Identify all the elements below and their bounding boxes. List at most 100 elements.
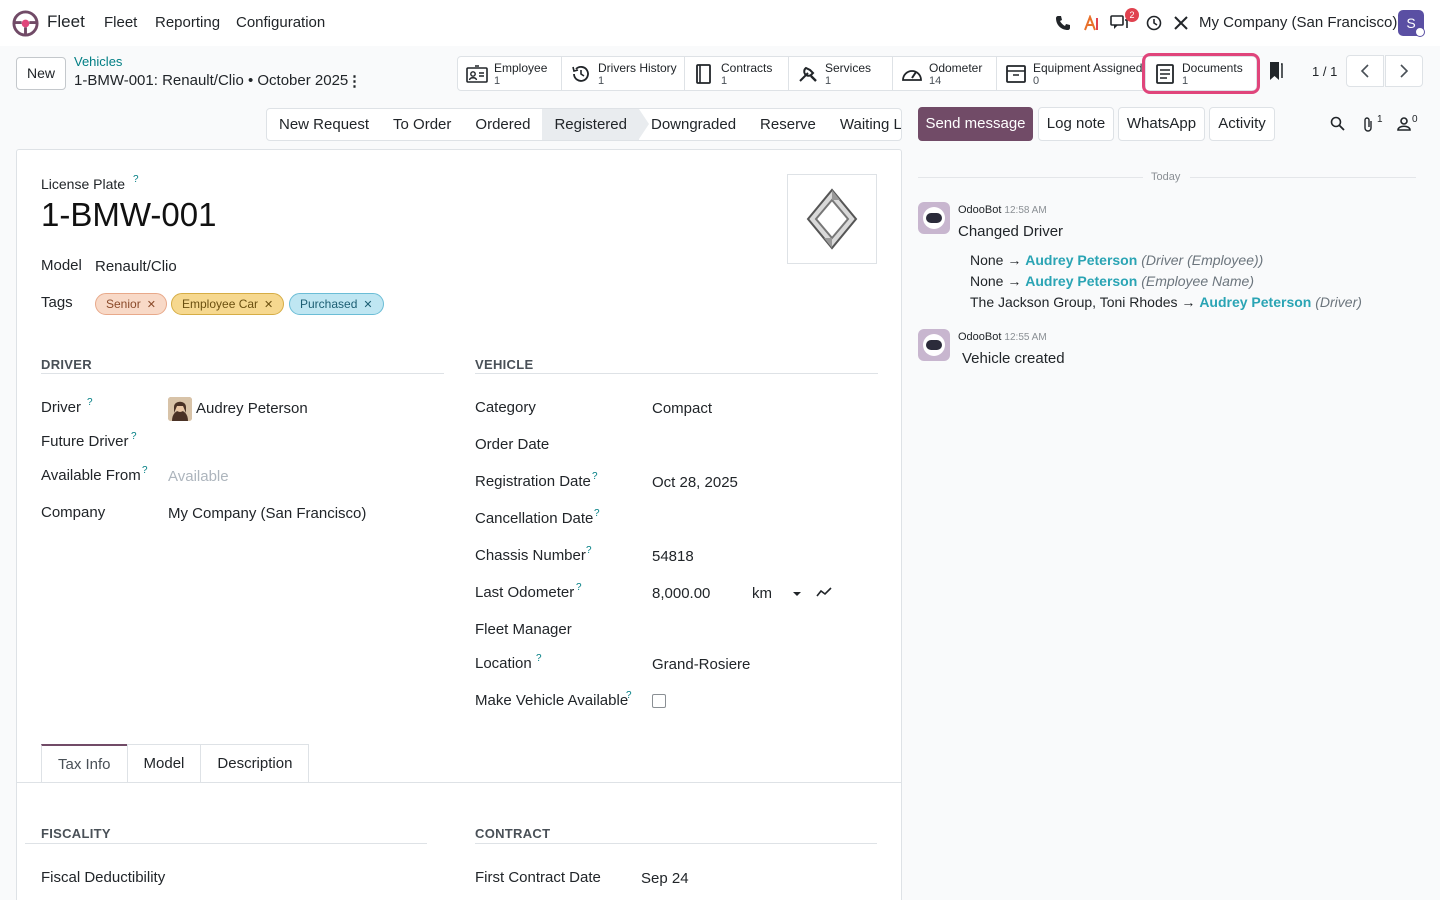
search-icon[interactable]	[1330, 116, 1345, 131]
tag-senior[interactable]: Senior ✕	[95, 293, 167, 315]
order-date-field[interactable]	[652, 436, 872, 456]
help-tooltip-icon[interactable]: ?	[594, 508, 600, 519]
driver-field[interactable]: Audrey Peterson	[196, 400, 308, 417]
tag-purchased[interactable]: Purchased ✕	[289, 293, 384, 315]
whatsapp-button[interactable]: WhatsApp	[1118, 107, 1205, 141]
caret-down-icon[interactable]	[792, 591, 802, 597]
author-name[interactable]: OdooBot	[958, 331, 1001, 343]
smart-button-contracts[interactable]: Contracts 1	[685, 57, 789, 90]
pager-previous-button[interactable]	[1346, 55, 1384, 87]
section-divider	[25, 843, 427, 844]
pager-value[interactable]: 1 / 1	[1312, 64, 1337, 79]
registration-date-field[interactable]: Oct 28, 2025	[652, 474, 738, 491]
tab-model[interactable]: Model	[126, 744, 202, 783]
tag-employee-car[interactable]: Employee Car ✕	[171, 293, 285, 315]
remove-tag-icon[interactable]: ✕	[363, 299, 372, 311]
message-author[interactable]: OdooBot 12:58 AM	[958, 204, 1047, 216]
bookmark-icon[interactable]	[1268, 60, 1284, 82]
smart-button-employee[interactable]: Employee 1	[458, 57, 562, 90]
breadcrumb-vehicles[interactable]: Vehicles	[74, 54, 122, 69]
first-contract-date-field[interactable]: Sep 24	[641, 870, 689, 887]
help-tooltip-icon[interactable]: ?	[142, 465, 148, 476]
stage-reserve[interactable]: Reserve	[748, 109, 828, 140]
chassis-number-field[interactable]: 54818	[652, 548, 694, 565]
help-tooltip-icon[interactable]: ?	[576, 582, 582, 593]
menu-reporting[interactable]: Reporting	[155, 14, 220, 31]
debug-tools-icon[interactable]	[1171, 13, 1191, 33]
cancellation-date-field[interactable]	[652, 510, 872, 530]
fleet-app-icon[interactable]	[12, 10, 39, 37]
activity-button[interactable]: Activity	[1209, 107, 1275, 141]
company-switcher[interactable]: My Company (San Francisco)	[1199, 14, 1397, 31]
smart-button-count: 1	[721, 75, 728, 87]
help-tooltip-icon[interactable]: ?	[133, 174, 139, 185]
chevron-left-icon	[1360, 64, 1369, 78]
location-field[interactable]: Grand-Rosiere	[652, 656, 750, 673]
trend-chart-icon[interactable]	[816, 586, 832, 598]
stage-new-request[interactable]: New Request	[267, 109, 381, 140]
message-time: 12:55 AM	[1004, 332, 1047, 343]
followers-icon[interactable]	[1397, 117, 1411, 131]
author-name[interactable]: OdooBot	[958, 204, 1001, 216]
tracking-old-value: None	[970, 273, 1004, 289]
smart-button-documents[interactable]: Documents 1	[1142, 53, 1260, 94]
stage-registered[interactable]: Registered	[542, 109, 649, 140]
phone-icon[interactable]	[1053, 13, 1073, 33]
last-odometer-field[interactable]: 8,000.00	[652, 585, 710, 602]
clock-icon[interactable]	[1144, 13, 1164, 33]
available-from-field[interactable]: Available	[168, 468, 229, 485]
license-plate-field[interactable]: 1-BMW-001	[41, 196, 216, 234]
help-tooltip-icon[interactable]: ?	[536, 653, 542, 664]
followers-count: 0	[1412, 114, 1418, 125]
fleet-manager-field[interactable]	[652, 621, 872, 641]
smart-button-drivers-history[interactable]: Drivers History 1	[562, 57, 685, 90]
smart-button-services[interactable]: Services 1	[789, 57, 893, 90]
record-actions-gear-icon[interactable]: ⋮	[347, 72, 362, 90]
help-tooltip-icon[interactable]: ?	[131, 431, 137, 442]
help-tooltip-icon[interactable]: ?	[87, 397, 93, 408]
smart-button-equipment-assigned[interactable]: Equipment Assigned 0	[997, 57, 1146, 90]
odometer-unit-select[interactable]: km	[752, 585, 772, 602]
stage-downgraded[interactable]: Downgraded	[639, 109, 748, 140]
new-record-button[interactable]: New	[16, 57, 66, 90]
log-note-button[interactable]: Log note	[1038, 107, 1114, 141]
send-message-button[interactable]: Send message	[918, 107, 1033, 141]
stage-ordered[interactable]: Ordered	[463, 109, 542, 140]
help-tooltip-icon[interactable]: ?	[586, 545, 592, 556]
category-field[interactable]: Compact	[652, 400, 712, 417]
ai-icon[interactable]	[1082, 13, 1102, 33]
stage-waiting-list[interactable]: Waiting List	[828, 109, 901, 140]
menu-fleet[interactable]: Fleet	[104, 14, 137, 31]
company-field[interactable]: My Company (San Francisco)	[168, 505, 366, 522]
odoobot-avatar[interactable]	[918, 202, 950, 234]
make-vehicle-available-checkbox[interactable]	[652, 694, 666, 708]
remove-tag-icon[interactable]: ✕	[264, 299, 273, 311]
menu-configuration[interactable]: Configuration	[236, 14, 325, 31]
top-navbar: Fleet Fleet Reporting Configuration 2 My…	[0, 0, 1440, 46]
vehicle-section-title: VEHICLE	[475, 357, 534, 372]
vehicle-brand-logo[interactable]	[787, 174, 877, 264]
remove-tag-icon[interactable]: ✕	[147, 299, 156, 311]
message-body: Vehicle created	[962, 350, 1065, 367]
paperclip-icon[interactable]	[1362, 116, 1374, 132]
smart-button-label: Services	[825, 61, 872, 75]
license-plate-label: License Plate	[41, 176, 126, 192]
tracking-line: None → Audrey Peterson (Driver (Employee…	[970, 252, 1264, 268]
smart-button-odometer[interactable]: Odometer 14	[893, 57, 997, 90]
pager-next-button[interactable]	[1385, 55, 1423, 87]
section-divider	[475, 843, 877, 844]
help-tooltip-icon[interactable]: ?	[592, 471, 598, 482]
help-tooltip-icon[interactable]: ?	[626, 690, 632, 701]
model-field[interactable]: Renault/Clio	[95, 258, 177, 275]
status-bar: New Request To Order Ordered Registered …	[266, 108, 902, 141]
app-name[interactable]: Fleet	[47, 12, 85, 32]
tab-description[interactable]: Description	[200, 744, 310, 783]
tracking-old-value: None	[970, 252, 1004, 268]
future-driver-field[interactable]	[168, 433, 438, 453]
date-separator-line	[1190, 177, 1416, 178]
stage-to-order[interactable]: To Order	[381, 109, 463, 140]
message-author[interactable]: OdooBot 12:55 AM	[958, 331, 1047, 343]
tab-tax-info[interactable]: Tax Info	[41, 744, 128, 783]
smart-button-count: 0	[1033, 75, 1040, 87]
odoobot-avatar[interactable]	[918, 329, 950, 361]
